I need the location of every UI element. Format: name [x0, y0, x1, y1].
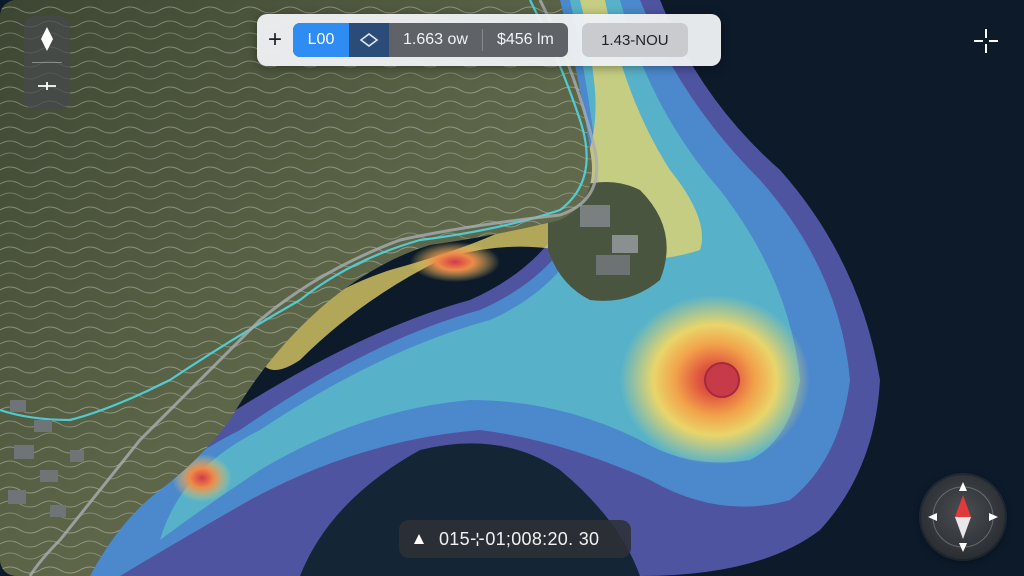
- triangle-up-icon: [399, 533, 439, 545]
- map-toolbar: + L00 1.663 ow $456 lm 1.43-NOU: [257, 14, 721, 66]
- polygon-select-icon: [359, 33, 379, 47]
- map-canvas[interactable]: [0, 0, 1024, 576]
- building: [580, 205, 610, 227]
- coordinate-readout[interactable]: 015⊹01;008:20. 30: [399, 520, 631, 558]
- compass-icon: [928, 482, 998, 552]
- map-left-controls: [24, 16, 70, 110]
- target-crosshair-icon: [974, 29, 998, 53]
- measure-area[interactable]: $456 lm: [483, 23, 568, 57]
- measure-segment: L00 1.663 ow $456 lm: [293, 23, 568, 57]
- hotspot-north[interactable]: [410, 242, 500, 282]
- crosshair-icon: [38, 82, 56, 90]
- building: [612, 235, 638, 253]
- north-up-button[interactable]: [24, 16, 70, 62]
- recenter-button[interactable]: [24, 63, 70, 109]
- map-view[interactable]: [0, 0, 1024, 576]
- north-arrow-icon: [41, 27, 53, 51]
- mode-button[interactable]: L00: [293, 23, 349, 57]
- hotspot-main-center: [704, 362, 740, 398]
- compass-control[interactable]: [921, 475, 1005, 559]
- building: [596, 255, 630, 275]
- plus-icon: +: [267, 26, 282, 53]
- add-button[interactable]: +: [257, 14, 293, 66]
- measure-distance[interactable]: 1.663 ow: [389, 23, 482, 57]
- target-button[interactable]: [966, 24, 1006, 58]
- coordinate-text: 015⊹01;008:20. 30: [439, 528, 600, 549]
- shape-select-button[interactable]: [349, 23, 389, 57]
- layer-chip[interactable]: 1.43-NOU: [581, 23, 688, 57]
